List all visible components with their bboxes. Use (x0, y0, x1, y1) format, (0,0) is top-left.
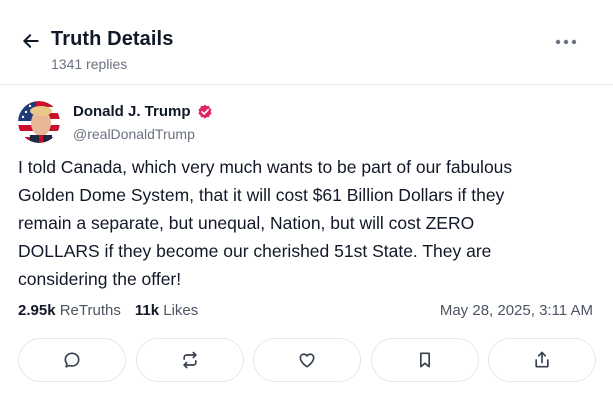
like-button[interactable] (253, 338, 361, 382)
post-timestamp: May 28, 2025, 3:11 AM (439, 302, 593, 319)
bookmark-button[interactable] (370, 338, 479, 382)
retruths-label: ReTruths (59, 302, 121, 319)
back-button[interactable] (18, 28, 44, 54)
reply-icon (64, 352, 80, 368)
action-bar (18, 338, 596, 382)
page-title: Truth Details (51, 28, 174, 50)
retruths-stat[interactable]: 2.95k ReTruths (18, 302, 121, 319)
share-button[interactable] (488, 338, 596, 382)
author-handle[interactable]: @realDonaldTrump (73, 126, 195, 142)
likes-stat[interactable]: 11k Likes (135, 302, 198, 319)
reply-button[interactable] (18, 338, 126, 382)
bookmark-icon (419, 352, 430, 368)
retruth-button[interactable] (135, 338, 244, 382)
header-divider (0, 84, 613, 85)
share-icon (535, 351, 549, 368)
more-horizontal-icon (555, 39, 577, 45)
more-options-button[interactable] (551, 30, 581, 54)
author-name-row[interactable]: Donald J. Trump (73, 103, 213, 120)
arrow-left-icon (23, 34, 39, 48)
post-body: I told Canada, which very much wants to … (18, 157, 513, 289)
likes-count: 11k (134, 302, 160, 319)
likes-label: Likes (163, 302, 199, 319)
heart-icon (299, 353, 315, 368)
author-name: Donald J. Trump (73, 103, 191, 120)
avatar[interactable] (18, 101, 60, 143)
verified-badge-icon (197, 104, 212, 119)
retruths-count: 2.95k (18, 302, 56, 319)
replies-count: 1341 replies (51, 56, 128, 72)
retruth-icon (182, 351, 197, 369)
page-header: Truth Details 1341 replies (0, 0, 613, 80)
post-stats: 2.95k ReTruths 11k Likes (18, 302, 198, 319)
avatar-image (18, 101, 60, 143)
